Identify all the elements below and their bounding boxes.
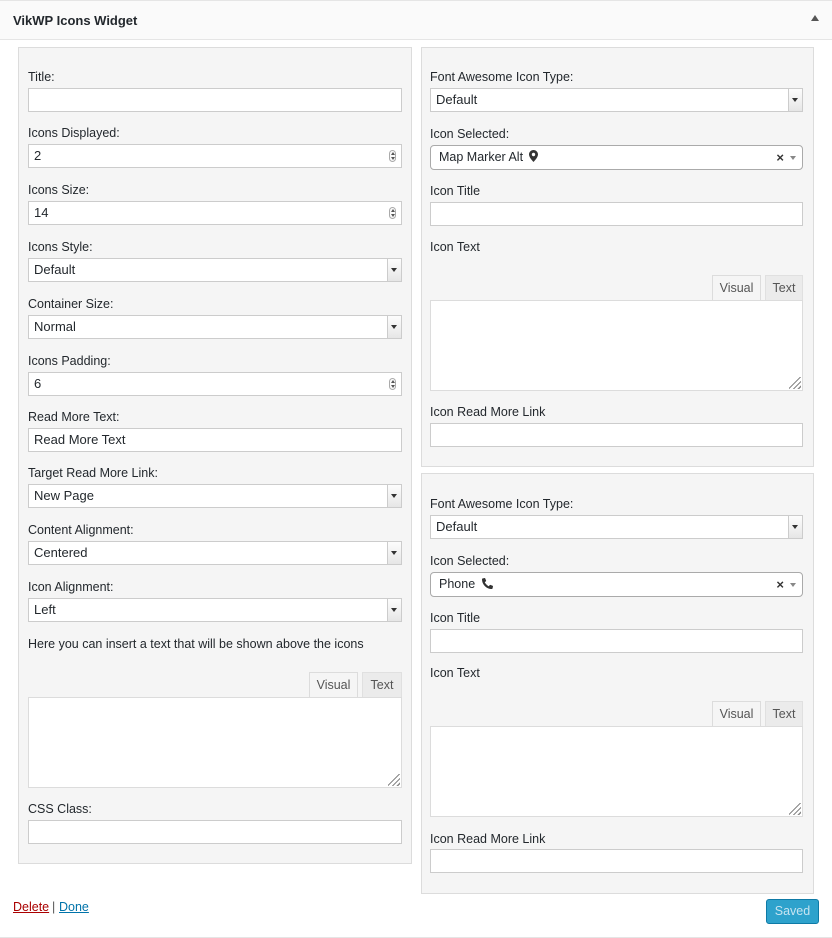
dropdown-arrow-icon[interactable] [387,485,401,507]
above-text-editor[interactable] [28,697,402,788]
dropdown-arrow-icon[interactable] [387,599,401,621]
read-more-text-label: Read More Text: [28,410,120,424]
tab-text[interactable]: Text [362,672,402,697]
icon-2-title-input[interactable] [430,629,803,653]
dropdown-arrow-icon[interactable] [387,259,401,281]
collapse-arrow-icon[interactable] [811,15,819,21]
tab-visual[interactable]: Visual [309,672,358,697]
resize-handle-icon[interactable] [789,377,801,389]
icon-1-title-input[interactable] [430,202,803,226]
icon-2-type-value: Default [436,519,478,534]
icon-1-type-select[interactable]: Default [430,88,803,112]
icons-displayed-label: Icons Displayed: [28,126,120,140]
icon-1-selected-value: Map Marker Alt [439,150,524,164]
icon-1-tab-visual[interactable]: Visual [712,275,761,300]
icons-size-label: Icons Size: [28,183,90,197]
read-more-text-input[interactable]: Read More Text [28,428,402,452]
icon-2-tab-text[interactable]: Text [765,701,803,726]
delete-link[interactable]: Delete [13,900,49,914]
icons-size-value: 14 [34,205,49,220]
icon-2-selected-select[interactable]: Phone × [430,572,803,597]
widget-header[interactable]: VikWP Icons Widget [0,0,832,40]
dropdown-arrow-icon[interactable] [788,516,802,538]
icon-1-link-label: Icon Read More Link [430,405,546,419]
icon-alignment-select[interactable]: Left [28,598,402,622]
content-alignment-label: Content Alignment: [28,523,134,537]
icon-2-text-label: Icon Text [430,666,480,680]
icon-alignment-value: Left [34,602,56,617]
icon-2-text-editor[interactable] [430,726,803,817]
done-link[interactable]: Done [59,900,89,914]
number-spinner-icon[interactable] [389,150,396,162]
icons-padding-value: 6 [34,376,42,391]
icons-style-select[interactable]: Default [28,258,402,282]
clear-selection-icon[interactable]: × [776,573,784,596]
clear-selection-icon[interactable]: × [776,146,784,169]
css-class-input[interactable] [28,820,402,844]
icons-displayed-input[interactable]: 2 [28,144,402,168]
number-spinner-icon[interactable] [389,207,396,219]
icons-style-value: Default [34,262,76,277]
container-size-label: Container Size: [28,297,114,311]
map-marker-icon [528,150,538,162]
icon-1-type-value: Default [436,92,478,107]
icons-style-label: Icons Style: [28,240,93,254]
icons-padding-label: Icons Padding: [28,354,111,368]
icon-1-type-label: Font Awesome Icon Type: [430,70,574,84]
content-alignment-select[interactable]: Centered [28,541,402,565]
icon-2-type-select[interactable]: Default [430,515,803,539]
icon-2-link-label: Icon Read More Link [430,832,546,846]
icons-size-input[interactable]: 14 [28,201,402,225]
number-spinner-icon[interactable] [389,378,396,390]
icon-1-link-input[interactable] [430,423,803,447]
dropdown-arrow-icon[interactable] [387,316,401,338]
title-label: Title: [28,70,55,84]
icon-2-link-input[interactable] [430,849,803,873]
icon-2-tab-visual[interactable]: Visual [712,701,761,726]
dropdown-arrow-icon[interactable] [387,542,401,564]
target-read-more-value: New Page [34,488,94,503]
title-input[interactable] [28,88,402,112]
above-text-hint: Here you can insert a text that will be … [28,637,364,651]
icon-1-title-label: Icon Title [430,184,481,198]
target-read-more-label: Target Read More Link: [28,466,158,480]
icon-2-selected-label: Icon Selected: [430,554,510,568]
icon-1-tab-text[interactable]: Text [765,275,803,300]
icon-1-text-label: Icon Text [430,240,480,254]
icon-2-selected-value: Phone [439,577,476,591]
icons-padding-input[interactable]: 6 [28,372,402,396]
content-alignment-value: Centered [34,545,88,560]
dropdown-arrow-icon[interactable] [790,583,796,587]
widget-title: VikWP Icons Widget [13,13,138,28]
icon-2-type-label: Font Awesome Icon Type: [430,497,574,511]
container-size-value: Normal [34,319,76,334]
resize-handle-icon[interactable] [388,774,400,786]
container-size-select[interactable]: Normal [28,315,402,339]
icon-1-selected-select[interactable]: Map Marker Alt × [430,145,803,170]
resize-handle-icon[interactable] [789,803,801,815]
footer-separator: | [52,900,56,914]
icons-displayed-value: 2 [34,148,42,163]
phone-icon [481,578,493,589]
dropdown-arrow-icon[interactable] [790,156,796,160]
saved-button[interactable]: Saved [766,899,819,924]
target-read-more-select[interactable]: New Page [28,484,402,508]
icon-1-selected-label: Icon Selected: [430,127,510,141]
css-class-label: CSS Class: [28,802,92,816]
icon-2-title-label: Icon Title [430,611,481,625]
icon-1-text-editor[interactable] [430,300,803,391]
dropdown-arrow-icon[interactable] [788,89,802,111]
icon-alignment-label: Icon Alignment: [28,580,114,594]
